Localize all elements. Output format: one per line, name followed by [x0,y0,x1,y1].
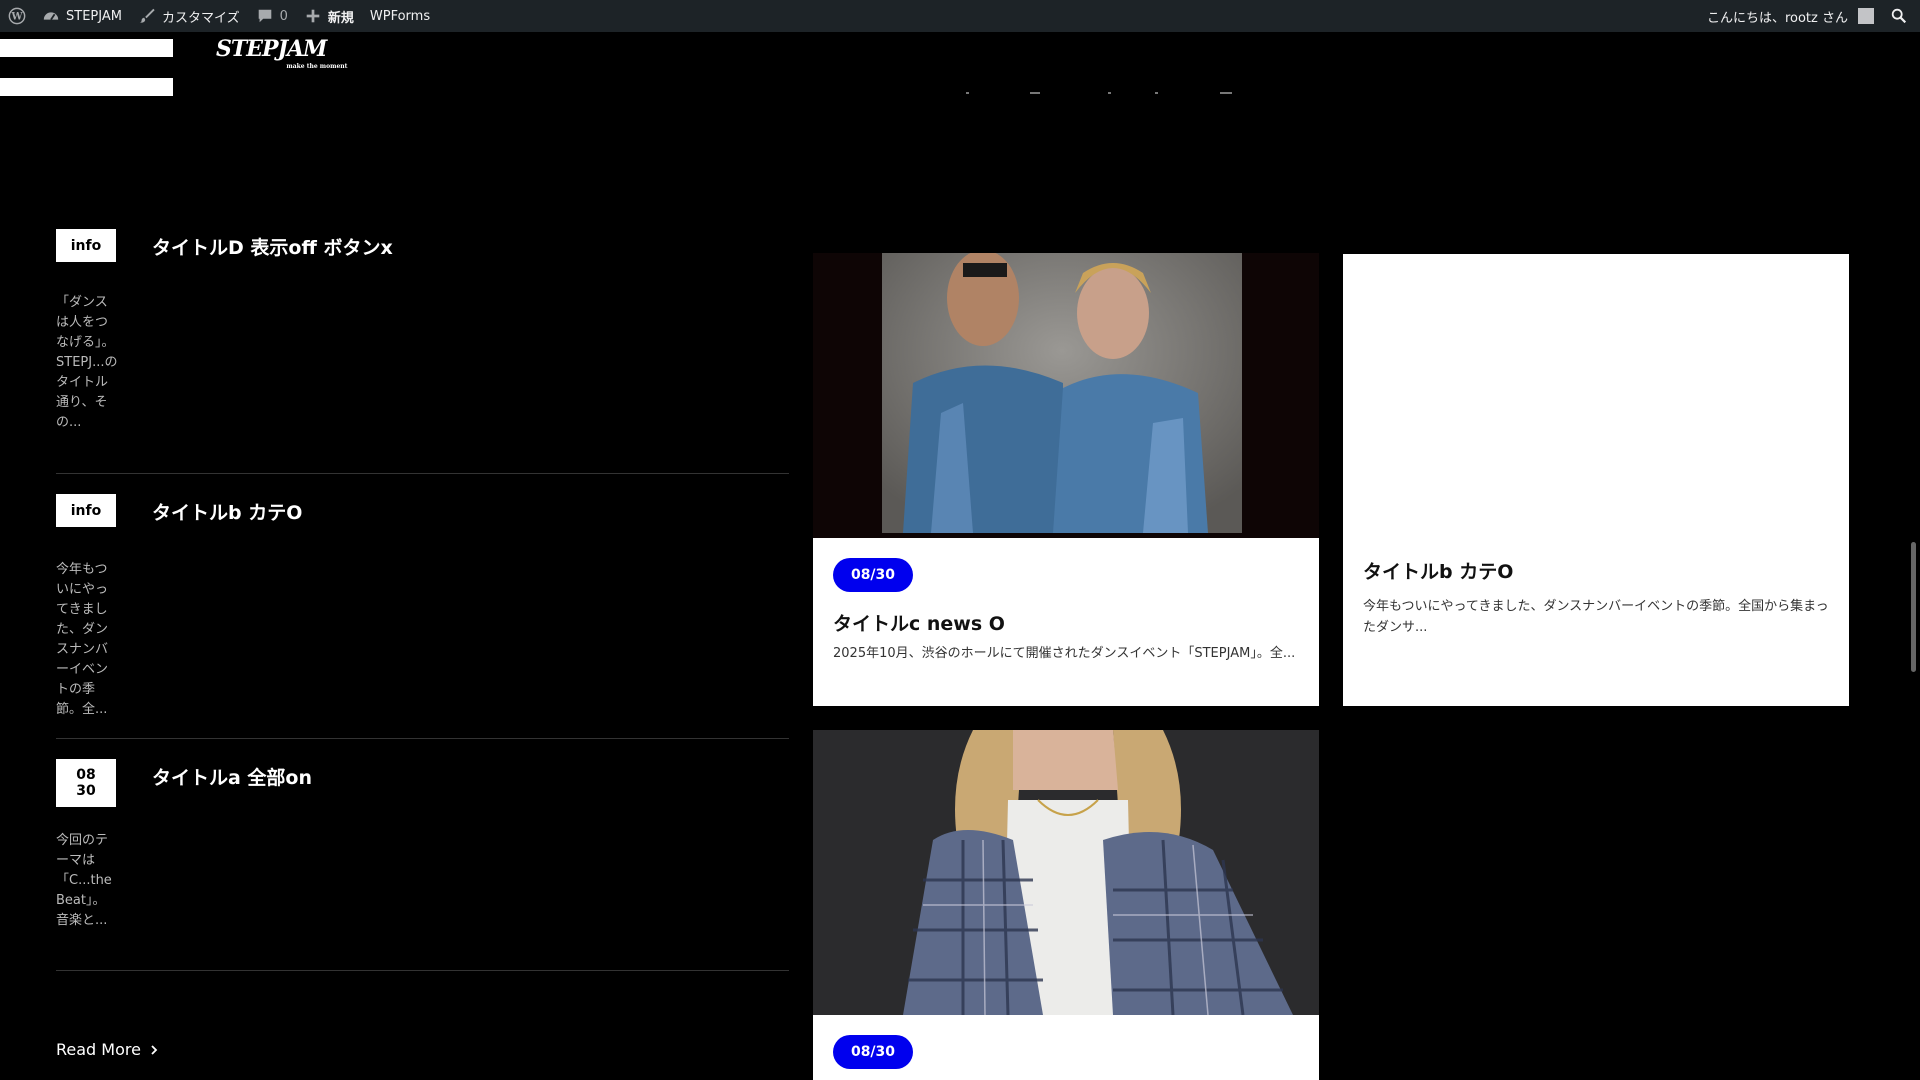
customize-label: カスタマイズ [161,10,240,26]
mark [1108,92,1111,94]
comment-icon [258,9,271,23]
category-badge: info [56,494,116,527]
news-list-item[interactable]: 08 30 タイトルa 全部on 今回のテーマは「C...the Beat」。音… [56,759,789,971]
chevron-right-icon [151,1044,158,1055]
new-label: 新規 [327,10,354,26]
wordpress-icon: W [8,7,26,25]
site-logo[interactable]: STEPJAMmake the moment [216,36,347,70]
news-excerpt: 今回のテーマは「C...the Beat」。音楽と... [56,833,112,928]
card-excerpt: 2025年10月、渋谷のホールにて開催されたダンスイベント「STEPJAM」。全… [833,646,1296,661]
card-title[interactable]: タイトルc news O [833,609,1005,636]
card-photo-duo [813,253,1319,538]
site-name-menu[interactable]: STEPJAM [34,0,130,32]
scrollbar-thumb[interactable] [1911,542,1916,672]
search-toggle[interactable] [1882,0,1920,32]
search-icon [1891,8,1907,24]
news-title[interactable]: タイトルb カテO [152,498,302,525]
svg-text:W: W [10,12,23,23]
customize-link[interactable]: カスタマイズ [130,0,248,32]
logo-text: STEPJAM [216,36,327,62]
news-card[interactable]: 08/30 [813,730,1319,1080]
greeting-label: こんにちは、rootz さん [1706,10,1848,26]
card-photo-dancer [813,730,1319,1015]
dashboard-icon [43,12,59,21]
comments-count: 0 [279,8,288,24]
site-name-label: STEPJAM [66,8,122,24]
hamburger-bar-top [0,39,173,57]
date-pill: 08/30 [833,558,913,592]
comments-link[interactable]: 0 [248,0,296,32]
avatar [1858,8,1874,24]
new-content-menu[interactable]: 新規 [296,0,362,32]
mark [1155,92,1158,94]
admin-bar: W STEPJAM カスタマイズ 0 新規 WPForms こんにちは、root… [0,0,1920,32]
news-list-item[interactable]: info タイトルD 表示off ボタンx 「ダンスは人をつなげる」。STEPJ… [56,229,789,474]
logo-subtext: make the moment [286,63,348,70]
mark [1030,92,1040,94]
wpforms-label: WPForms [369,8,431,24]
news-title[interactable]: タイトルa 全部on [152,763,312,790]
paintbrush-icon [139,8,155,23]
date-badge: 08 30 [56,759,116,807]
my-account-menu[interactable]: こんにちは、rootz さん [1699,0,1882,32]
news-excerpt: 今年もついにやってきました、ダンスナンバーイベントの季節。全... [56,562,109,717]
category-badge: info [56,229,116,262]
news-card[interactable]: 08/30 タイトルc news O 2025年10月、渋谷のホールにて開催され… [813,253,1319,706]
news-card[interactable]: タイトルb カテO 今年もついにやってきました、ダンスナンバーイベントの季節。全… [1343,254,1849,706]
read-more-link[interactable]: Read More [56,1040,159,1059]
mark [1220,92,1232,94]
news-excerpt: 「ダンスは人をつなげる」。STEPJ...のタイトル通り、その... [56,295,118,430]
date-day: 30 [76,783,96,799]
date-pill: 08/30 [833,1035,913,1069]
news-title[interactable]: タイトルD 表示off ボタンx [152,233,393,260]
card-excerpt: 今年もついにやってきました、ダンスナンバーイベントの季節。全国から集まったダンサ… [1363,599,1829,635]
mark [966,92,969,94]
card-title[interactable]: タイトルb カテO [1363,557,1513,584]
decorative-marks [0,92,1920,96]
wpforms-menu[interactable]: WPForms [362,0,438,32]
date-month: 08 [76,767,96,783]
plus-icon [306,9,320,23]
page-scrollbar[interactable] [1906,32,1920,1080]
news-list-item[interactable]: info タイトルb カテO 今年もついにやってきました、ダンスナンバーイベント… [56,494,789,739]
wp-logo-menu[interactable]: W [0,0,34,32]
read-more-label: Read More [56,1040,141,1059]
